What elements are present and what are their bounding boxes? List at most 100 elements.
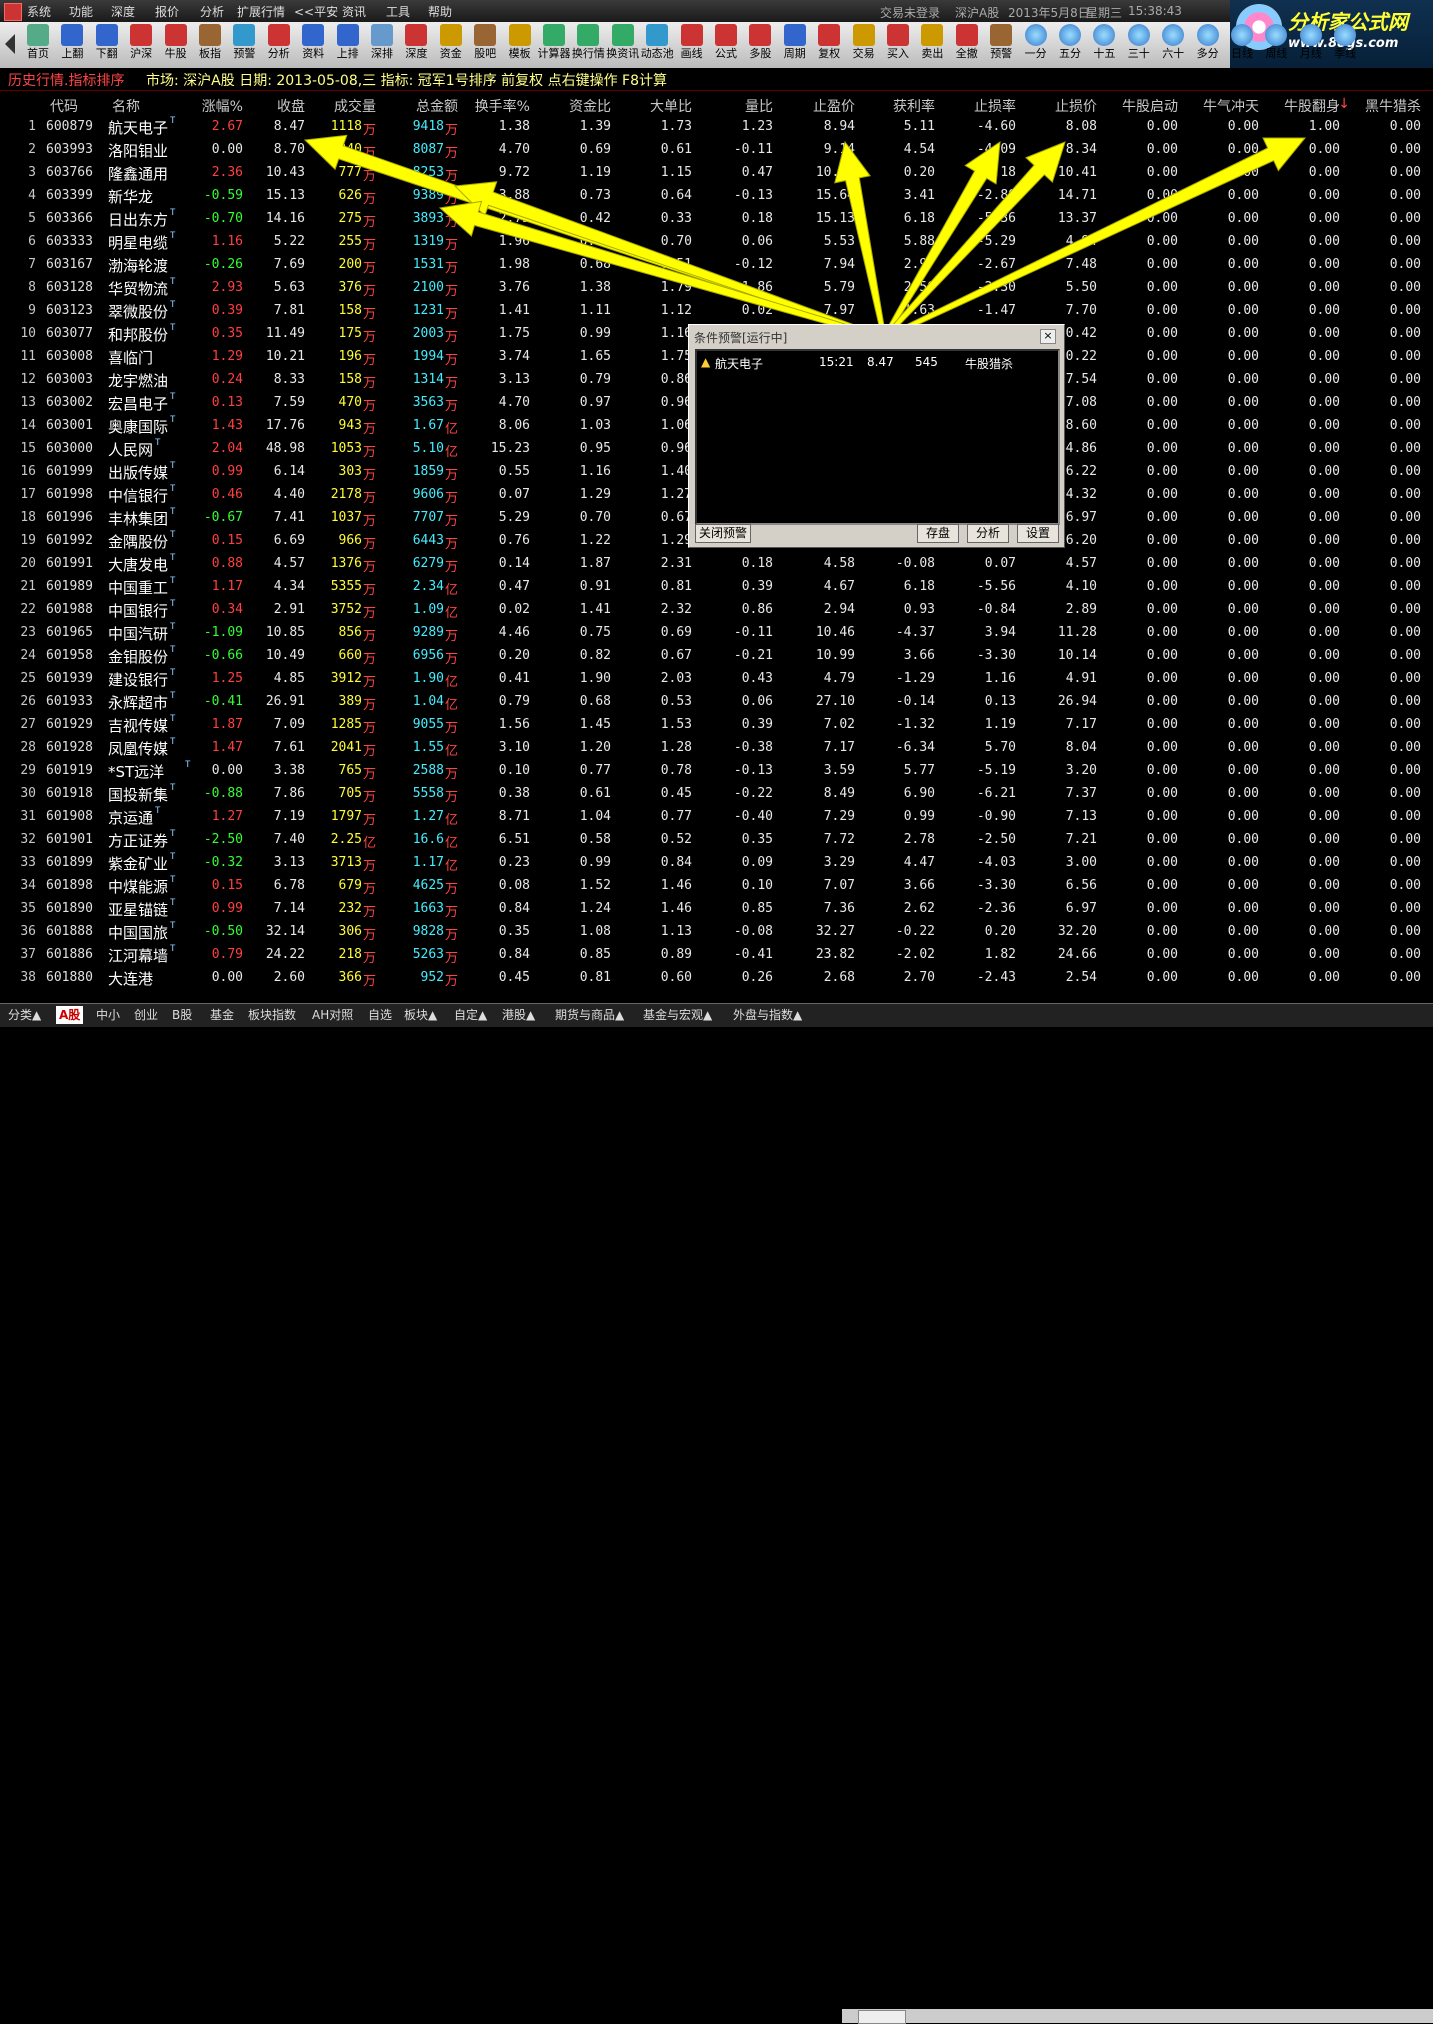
col-header-4[interactable]: 成交量 [334,96,376,116]
col-header-8[interactable]: 大单比 [650,96,692,116]
col-header-17[interactable]: 黑牛猎杀 [1365,96,1421,116]
tab-11[interactable]: 港股▲ [502,1006,535,1024]
col-header-5[interactable]: 总金额 [416,96,458,116]
toolbar-5min-button[interactable]: 五分 [1053,24,1087,66]
table-row[interactable]: 21 601989 中国重工 1.17 4.34 5355 万 2.34 亿 0.47 0.91 0.… [0,576,1433,599]
table-row[interactable]: 28 601928 凤凰传媒 1.47 7.61 2041 万 1.55 亿 3.10 1.20 1.… [0,737,1433,760]
toolbar-template-button[interactable]: 模板 [503,24,537,66]
toolbar-monthly-button[interactable]: 月线 [1294,24,1328,66]
table-row[interactable]: 6 603333 明星电缆 1.16 5.22 255 万 1319 万 1.96 0.72 0.70… [0,231,1433,254]
col-header-13[interactable]: 止损价 [1055,96,1097,116]
horizontal-scrollbar[interactable] [842,2009,1433,2024]
table-row[interactable]: 7 603167 渤海轮渡 -0.26 7.69 200 万 1531 万 1.98 0.68 0.5… [0,254,1433,277]
menu-depth[interactable]: 深度 [111,3,135,20]
close-icon[interactable]: × [1040,329,1056,344]
tab-12[interactable]: 期货与商品▲ [555,1006,624,1024]
toolbar-cancel-all-button[interactable]: 全撤 [950,24,984,66]
toolbar-switch-news-button[interactable]: 换资讯 [606,24,640,66]
toolbar-trade-button[interactable]: 交易 [847,24,881,66]
menu-system[interactable]: 系统 [27,3,51,20]
table-row[interactable]: 29 601919 *ST远洋 0.00 3.38 765 万 2588 万 0.10 0.77 0.… [0,760,1433,783]
tab-3[interactable]: 创业 [134,1006,158,1024]
toolbar-15min-button[interactable]: 十五 [1087,24,1121,66]
col-header-7[interactable]: 资金比 [569,96,611,116]
col-header-12[interactable]: 止损率 [974,96,1016,116]
menu-analysis[interactable]: 分析 [200,3,224,20]
table-row[interactable]: 35 601890 亚星锚链 0.99 7.14 232 万 1663 万 0.84 1.24 1.4… [0,898,1433,921]
save-button[interactable]: 存盘 [917,524,959,543]
table-row[interactable]: 26 601933 永辉超市 -0.41 26.91 389 万 1.04 亿 0.79 0.68 0… [0,691,1433,714]
col-header-9[interactable]: 量比 [745,96,773,116]
toolbar-multi-min-button[interactable]: 多分 [1191,24,1225,66]
table-row[interactable]: 3 603766 隆鑫通用 2.36 10.43 777 万 8253 万 9.72 1.19 1.1… [0,162,1433,185]
table-row[interactable]: 5 603366 日出东方 -0.70 14.16 275 万 3893 万 2.75 0.42 0.… [0,208,1433,231]
col-header-6[interactable]: 换手率% [475,96,530,116]
toolbar-info-button[interactable]: 资料 [296,24,330,66]
tab-1[interactable]: A股 [56,1006,84,1024]
table-row[interactable]: 31 601908 京运通 1.27 7.19 1797 万 1.27 亿 8.71 1.04 0.7… [0,806,1433,829]
settings-button[interactable]: 设置 [1017,524,1059,543]
table-row[interactable]: 1 600879 航天电子 2.67 8.47 1118 万 9418 万 1.38 1.39 1.7… [0,116,1433,139]
toolbar-restore-right-button[interactable]: 复权 [812,24,846,66]
toolbar-switch-quote-button[interactable]: 换行情 [571,24,605,66]
menu-help[interactable]: 帮助 [428,3,452,20]
toolbar-sector-index-button[interactable]: 板指 [193,24,227,66]
alert-stock-name[interactable]: 航天电子 [715,355,763,372]
toolbar-page-up-button[interactable]: 上翻 [55,24,89,66]
tab-6[interactable]: 板块指数 [248,1006,296,1024]
col-header-16[interactable]: 牛股翻身 [1284,96,1340,116]
toolbar-formula-button[interactable]: 公式 [709,24,743,66]
table-row[interactable]: 25 601939 建设银行 1.25 4.85 3912 万 1.90 亿 0.41 1.90 2.… [0,668,1433,691]
table-row[interactable]: 8 603128 华贸物流 2.93 5.63 376 万 2100 万 3.76 1.38 1.79… [0,277,1433,300]
toolbar-quarterly-button[interactable]: 季线 [1328,24,1362,66]
col-header-15[interactable]: 牛气冲天 [1203,96,1259,116]
col-header-1[interactable]: 名称 [112,96,140,116]
tab-2[interactable]: 中小 [96,1006,120,1024]
toolbar-dynamic-pool-button[interactable]: 动态池 [640,24,674,66]
col-header-3[interactable]: 收盘 [277,96,305,116]
col-header-10[interactable]: 止盈价 [813,96,855,116]
table-row[interactable]: 34 601898 中煤能源 0.15 6.78 679 万 4625 万 0.08 1.52 1.4… [0,875,1433,898]
toolbar-calculator-button[interactable]: 计算器 [537,24,571,66]
tab-10[interactable]: 自定▲ [454,1006,487,1024]
tab-9[interactable]: 板块▲ [404,1006,437,1024]
tab-8[interactable]: 自选 [368,1006,392,1024]
table-row[interactable]: 36 601888 中国国旅 -0.50 32.14 306 万 9828 万 0.35 1.08 1… [0,921,1433,944]
toolbar-up-rank-button[interactable]: 上排 [331,24,365,66]
menu-pingan[interactable]: <<平安 [294,3,338,20]
table-row[interactable]: 32 601901 方正证券 -2.50 7.40 2.25 亿 16.6 亿 6.51 0.58 0… [0,829,1433,852]
toolbar-30min-button[interactable]: 三十 [1122,24,1156,66]
toolbar-weekly-button[interactable]: 周线 [1259,24,1293,66]
toolbar-home-button[interactable]: 首页 [21,24,55,66]
col-header-2[interactable]: 涨幅% [202,96,243,116]
table-row[interactable]: 23 601965 中国汽研 -1.09 10.85 856 万 9289 万 4.46 0.75 0… [0,622,1433,645]
close-alert-button[interactable]: 关闭预警 [695,524,751,543]
toolbar-bull-stock-button[interactable]: 牛股 [159,24,193,66]
menu-tools[interactable]: 工具 [386,3,410,20]
toolbar-60min-button[interactable]: 六十 [1156,24,1190,66]
menu-function[interactable]: 功能 [69,3,93,20]
toolbar-shanghai-shenzhen-button[interactable]: 沪深 [124,24,158,66]
tab-13[interactable]: 基金与宏观▲ [643,1006,712,1024]
dialog-titlebar[interactable]: 条件预警[运行中] × [691,327,1060,345]
toolbar-buy-button[interactable]: 买入 [881,24,915,66]
tab-14[interactable]: 外盘与指数▲ [733,1006,802,1024]
toolbar-page-down-button[interactable]: 下翻 [90,24,124,66]
table-row[interactable]: 38 601880 大连港 0.00 2.60 366 万 952 万 0.45 0.81 0.60 0… [0,967,1433,990]
table-row[interactable]: 37 601886 江河幕墙 0.79 24.22 218 万 5263 万 0.84 0.85 0.… [0,944,1433,967]
table-row[interactable]: 20 601991 大唐发电 0.88 4.57 1376 万 6279 万 0.14 1.87 2.… [0,553,1433,576]
table-row[interactable]: 2 603993 洛阳钼业 0.00 8.70 340 万 8087 万 4.70 0.69 0.61… [0,139,1433,162]
col-header-14[interactable]: 牛股启动 [1122,96,1178,116]
menu-ext-quote[interactable]: 扩展行情 [237,3,285,20]
toolbar-sell-button[interactable]: 卖出 [915,24,949,66]
toolbar-daily-button[interactable]: 日线 [1225,24,1259,66]
menu-quote[interactable]: 报价 [155,3,179,20]
col-header-0[interactable]: 代码 [50,96,78,116]
table-row[interactable]: 30 601918 国投新集 -0.88 7.86 705 万 5558 万 0.38 0.61 0.… [0,783,1433,806]
toolbar-stock-forum-button[interactable]: 股吧 [468,24,502,66]
scrollbar-thumb[interactable] [858,2010,906,2024]
table-row[interactable]: 27 601929 吉视传媒 1.87 7.09 1285 万 9055 万 1.56 1.45 1.… [0,714,1433,737]
table-row[interactable]: 24 601958 金钼股份 -0.66 10.49 660 万 6956 万 0.20 0.82 0… [0,645,1433,668]
col-header-11[interactable]: 获利率 [893,96,935,116]
tab-0[interactable]: 分类▲ [8,1006,41,1024]
